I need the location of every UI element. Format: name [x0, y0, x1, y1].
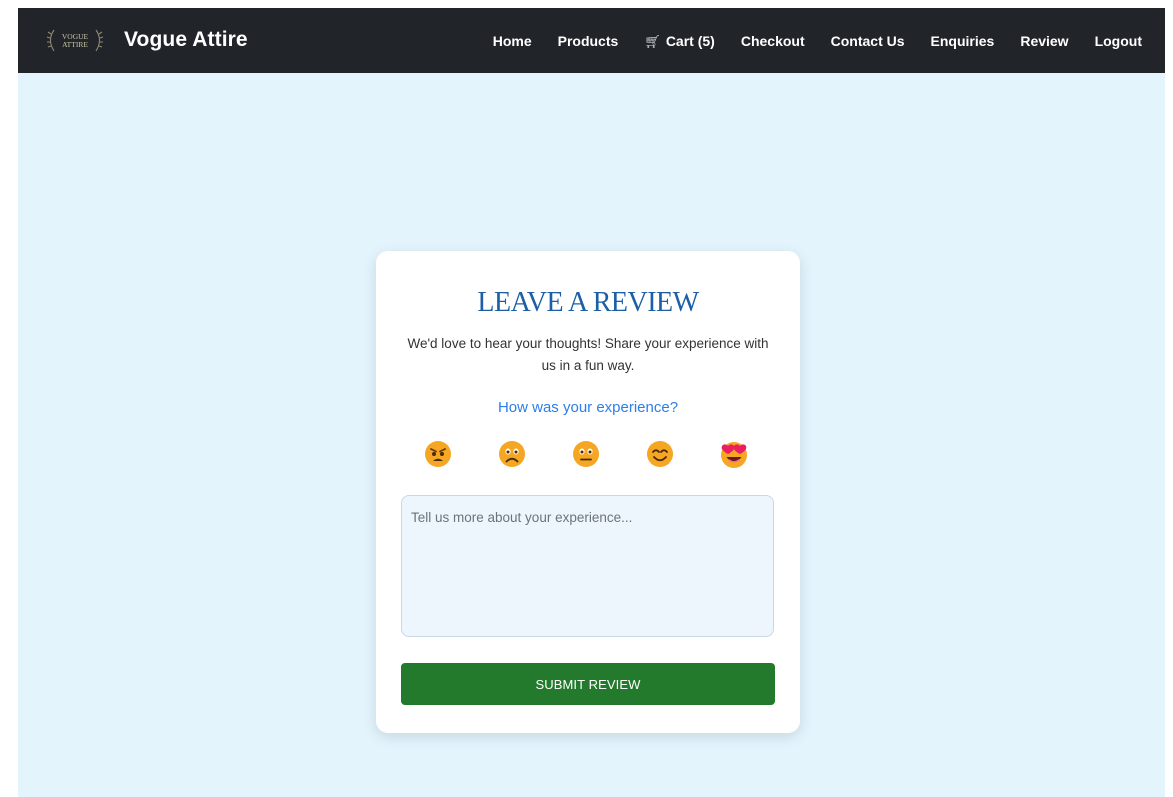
angry-face-icon[interactable] [422, 438, 454, 470]
cart-icon: 🛒︎ [644, 34, 661, 49]
nav-links: Home Products 🛒︎ Cart (5) Checkout Contac… [467, 33, 1142, 50]
review-title: LEAVE A REVIEW [477, 287, 699, 318]
nav-cart-label: Cart (5) [665, 33, 715, 49]
experience-question: How was your experience? [497, 399, 679, 416]
neutral-face-icon[interactable] [570, 438, 602, 470]
navbar: VOGUE ATTIRE Vogue Attire Home Products … [18, 8, 1165, 73]
nav-contact-us[interactable]: Contact Us [831, 33, 905, 50]
vogue-attire-logo-icon[interactable]: VOGUE ATTIRE [40, 26, 110, 54]
review-description: We'd love to hear your thoughts! Share y… [407, 336, 769, 373]
smiling-face-icon[interactable] [644, 438, 676, 470]
page-frame: VOGUE ATTIRE Vogue Attire Home Products … [18, 8, 1165, 797]
logo-text-attire: ATTIRE [62, 40, 88, 49]
heart-eyes-face-icon[interactable] [718, 438, 750, 470]
nav-review[interactable]: Review [1020, 33, 1068, 50]
nav-enquiries[interactable]: Enquiries [931, 33, 995, 50]
sad-face-icon[interactable] [496, 438, 528, 470]
review-card: LEAVE A REVIEW We'd love to hear your th… [376, 251, 800, 733]
nav-logout[interactable]: Logout [1095, 33, 1142, 50]
review-textarea[interactable] [401, 495, 774, 637]
nav-cart[interactable]: 🛒︎ Cart (5) [644, 33, 715, 50]
nav-home[interactable]: Home [493, 33, 532, 50]
emoji-rating-row [410, 438, 790, 472]
nav-products[interactable]: Products [558, 33, 619, 50]
nav-checkout[interactable]: Checkout [741, 33, 805, 50]
submit-review-button[interactable]: SUBMIT REVIEW [401, 663, 775, 705]
brand-name[interactable]: Vogue Attire [124, 28, 248, 52]
